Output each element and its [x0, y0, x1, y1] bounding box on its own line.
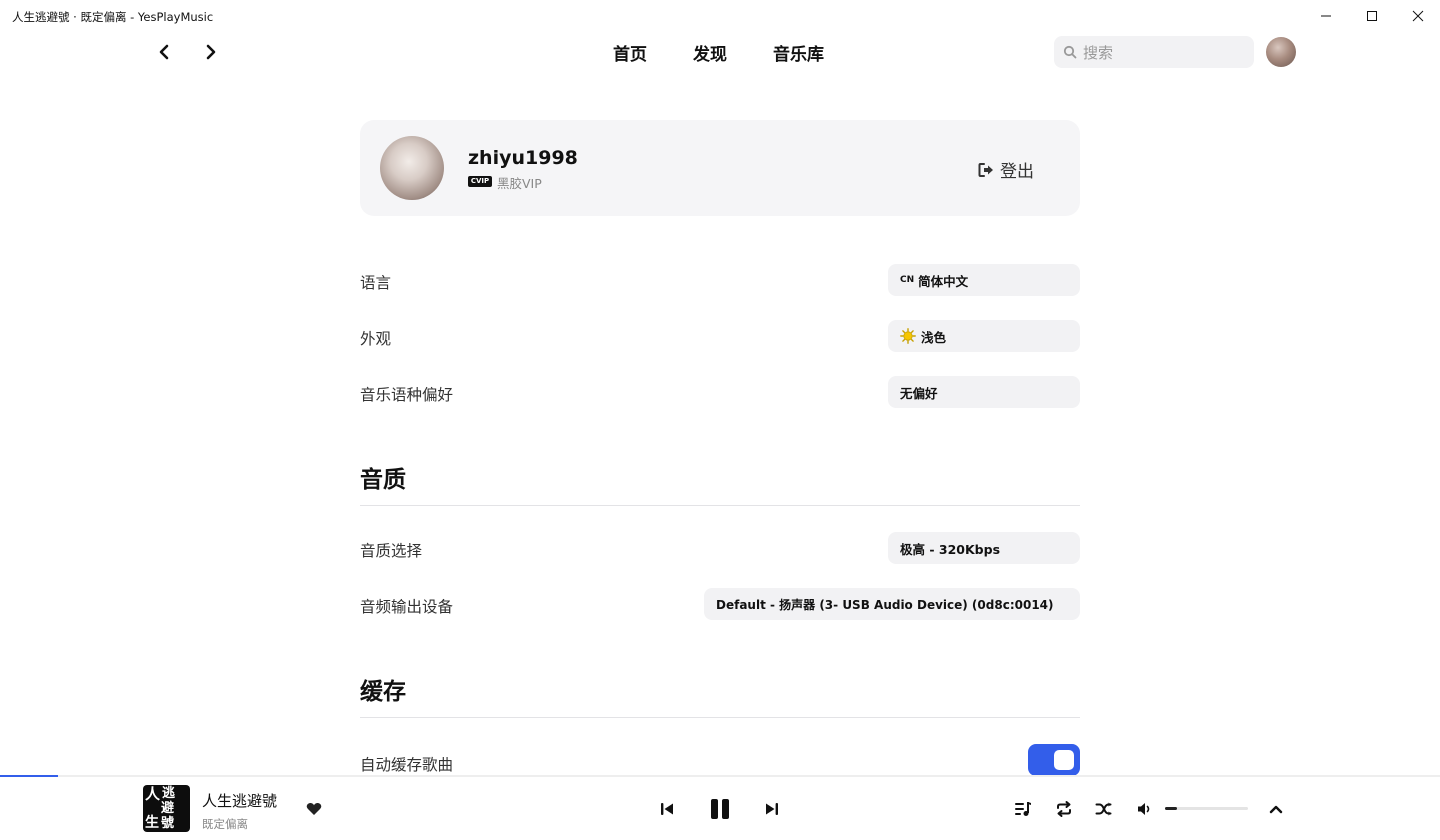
language-select[interactable]: CN 简体中文 [888, 264, 1080, 296]
close-button[interactable] [1395, 0, 1440, 32]
progress-fill [0, 775, 58, 777]
cache-section-title: 缓存 [360, 679, 406, 705]
chevron-up-icon [1269, 805, 1283, 814]
title-bar: 人生逃避號 · 既定偏离 - YesPlayMusic [0, 0, 1440, 32]
back-button[interactable] [152, 40, 176, 64]
progress-bar[interactable] [0, 775, 1440, 777]
next-button[interactable] [763, 799, 781, 819]
auto-cache-toggle[interactable] [1028, 744, 1080, 776]
logout-icon [977, 161, 995, 179]
divider [360, 505, 1080, 506]
playlist-icon [1015, 802, 1031, 816]
music-language-select[interactable]: 无偏好 [888, 376, 1080, 408]
maximize-button[interactable] [1349, 0, 1395, 32]
logout-button[interactable]: 登出 [977, 157, 1034, 182]
minimize-button[interactable] [1303, 0, 1349, 32]
logout-label: 登出 [1000, 162, 1034, 182]
album-cover[interactable]: 人 逃 避 生 號 [143, 785, 190, 832]
volume-button[interactable] [1136, 800, 1154, 818]
volume-icon [1138, 803, 1150, 815]
sun-icon [900, 328, 916, 344]
cover-char: 人 [145, 785, 161, 803]
auto-cache-label: 自动缓存歌曲 [360, 756, 454, 774]
shuffle-icon [1095, 802, 1112, 816]
playlist-button[interactable] [1013, 799, 1033, 819]
expand-lyrics-button[interactable] [1266, 799, 1286, 819]
search-placeholder: 搜索 [1083, 43, 1114, 62]
user-card: zhiyu1998 CVIP 黑胶VIP 登出 [360, 120, 1080, 216]
like-button[interactable] [305, 800, 323, 818]
quality-value: 极高 - 320Kbps [900, 541, 1001, 557]
quality-select[interactable]: 极高 - 320Kbps [888, 532, 1080, 564]
search-input[interactable]: 搜索 [1054, 36, 1254, 68]
avatar[interactable] [1266, 37, 1296, 67]
previous-button[interactable] [658, 799, 676, 819]
vip-badge-icon: CVIP [468, 176, 492, 187]
cover-char: 號 [161, 816, 175, 831]
minimize-icon [1321, 15, 1331, 17]
search-icon [1062, 44, 1078, 60]
output-device-value: Default - 扬声器 (3- USB Audio Device) (0d8… [716, 597, 1054, 612]
volume-fill [1165, 807, 1178, 810]
user-avatar [380, 136, 444, 200]
cover-char: 避 [161, 801, 175, 816]
song-artist[interactable]: 既定偏离 [202, 816, 248, 832]
appearance-value: 浅色 [921, 329, 947, 345]
output-device-label: 音频输出设备 [360, 598, 454, 616]
song-title[interactable]: 人生逃避號 [202, 790, 277, 811]
maximize-icon [1367, 11, 1377, 21]
chevron-left-icon [159, 44, 169, 60]
quality-label: 音质选择 [360, 542, 423, 560]
nav-explore[interactable]: 发现 [693, 40, 727, 65]
vip-label: 黑胶VIP [497, 176, 542, 191]
chevron-right-icon [206, 44, 216, 60]
language-value: 简体中文 [918, 273, 969, 289]
volume-slider[interactable] [1165, 807, 1248, 810]
repeat-icon [1057, 801, 1071, 817]
pause-button[interactable] [706, 796, 734, 822]
appearance-label: 外观 [360, 330, 392, 348]
output-device-select[interactable]: Default - 扬声器 (3- USB Audio Device) (0d8… [704, 588, 1080, 620]
repeat-button[interactable] [1054, 799, 1074, 819]
flag-label: CN [900, 275, 915, 285]
window-title: 人生逃避號 · 既定偏离 - YesPlayMusic [12, 10, 214, 24]
toggle-knob [1054, 750, 1074, 770]
close-icon [1412, 10, 1424, 22]
shuffle-button[interactable] [1094, 799, 1114, 819]
cover-char: 生 [145, 815, 159, 831]
nav-home[interactable]: 首页 [613, 40, 647, 65]
forward-button[interactable] [199, 40, 223, 64]
music-language-label: 音乐语种偏好 [360, 386, 454, 404]
appearance-select[interactable]: 浅色 [888, 320, 1080, 352]
divider [360, 717, 1080, 718]
heart-icon [306, 802, 322, 815]
quality-section-title: 音质 [360, 467, 406, 493]
nav-library[interactable]: 音乐库 [773, 40, 824, 65]
cover-char: 逃 [162, 786, 176, 801]
language-label: 语言 [360, 274, 392, 292]
music-language-value: 无偏好 [900, 385, 938, 401]
skip-next-icon [766, 803, 778, 815]
pause-icon [711, 799, 729, 819]
user-name: zhiyu1998 [468, 147, 578, 169]
skip-previous-icon [661, 803, 673, 815]
